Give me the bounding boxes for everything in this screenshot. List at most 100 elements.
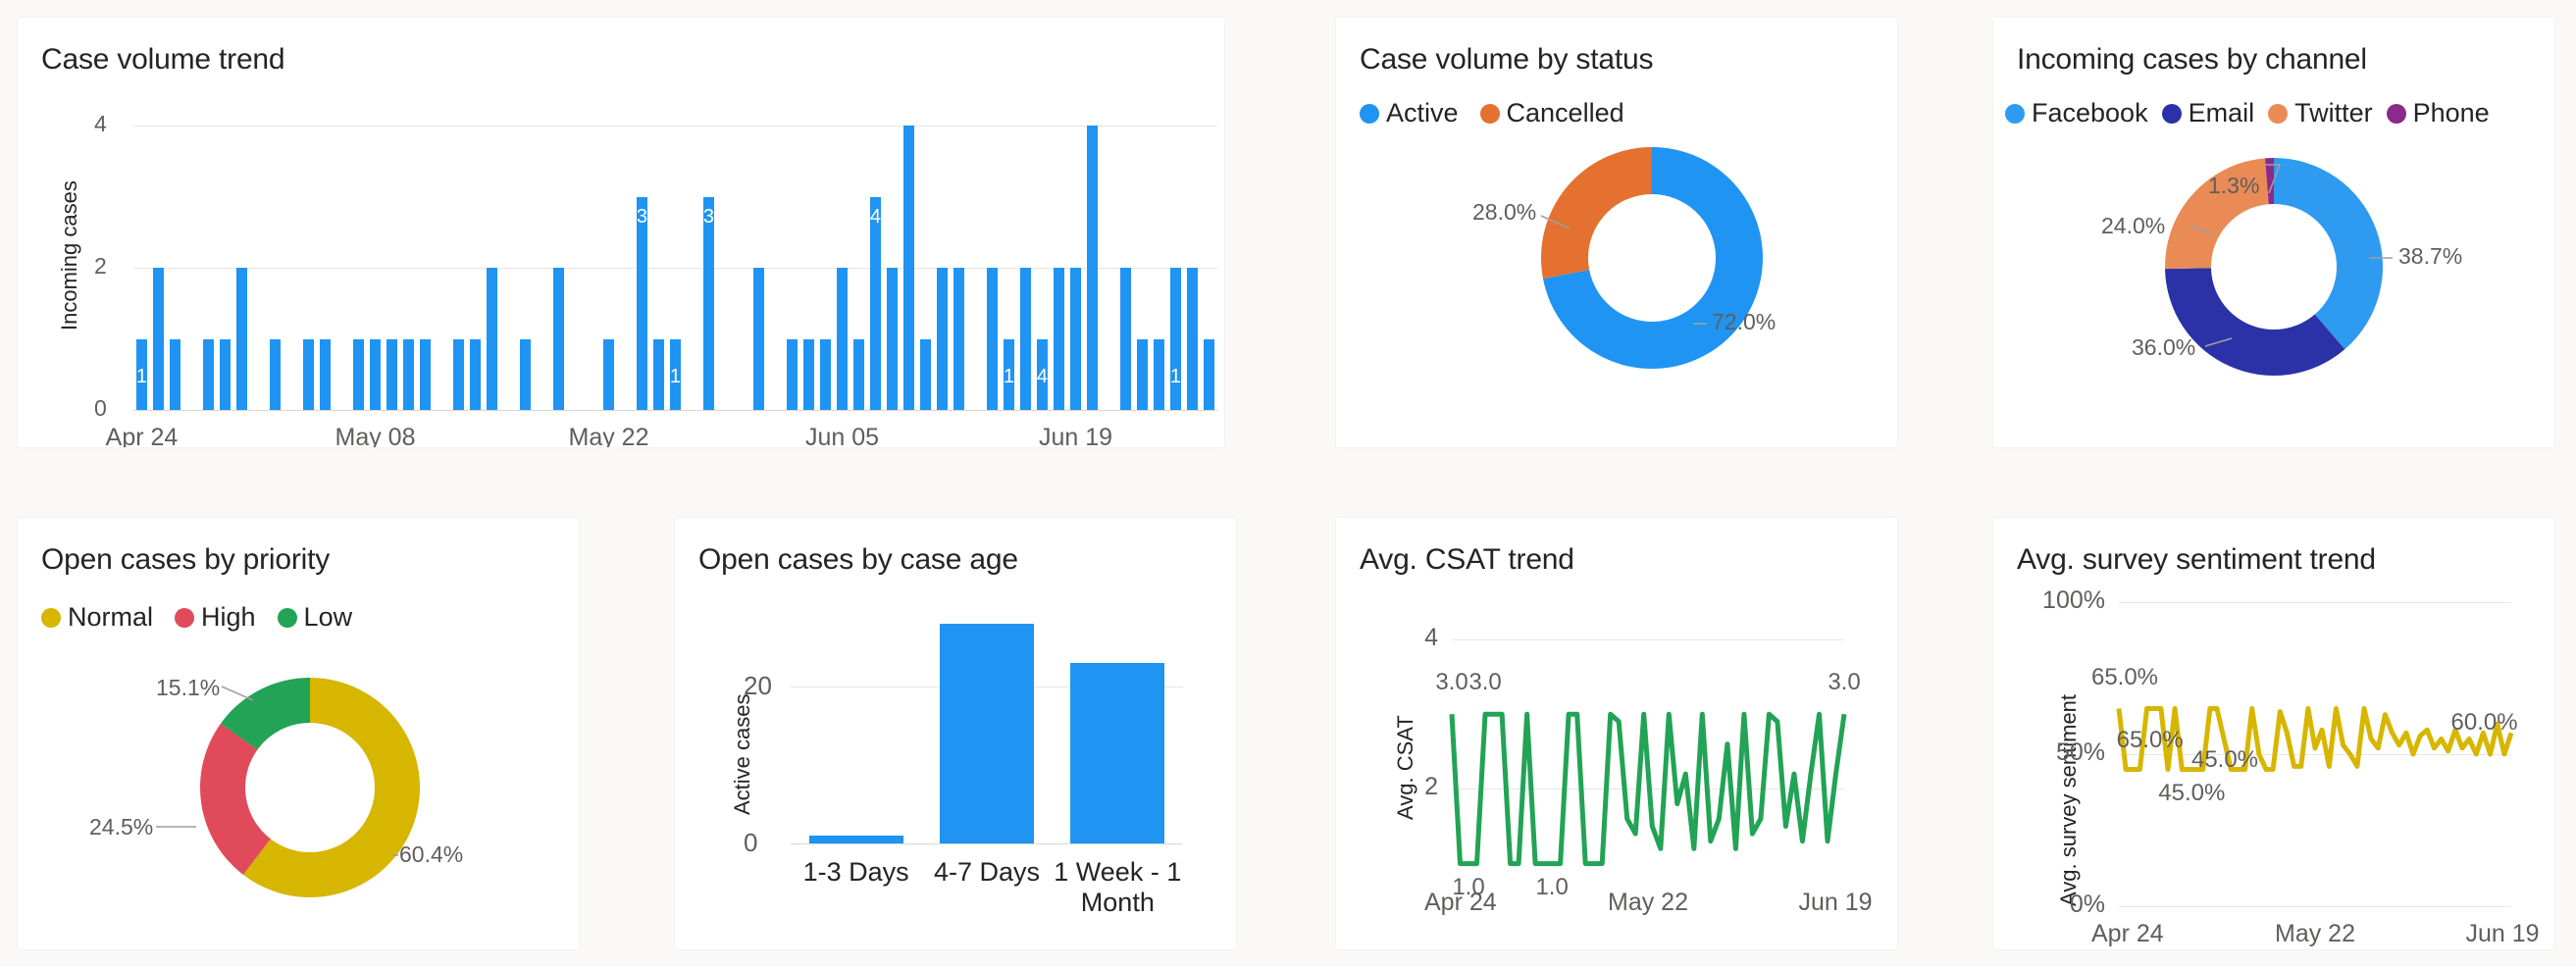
- bar-54[interactable]: 4: [1037, 339, 1048, 411]
- xtick-4-7-days: 4-7 Days: [921, 857, 1052, 888]
- line-annotation: 3.0: [1435, 669, 1468, 696]
- bar-41[interactable]: [820, 339, 831, 411]
- bar-39[interactable]: [787, 339, 798, 411]
- ytick-0: 0: [94, 395, 107, 422]
- ytick-0: 0: [744, 828, 757, 858]
- bar-59[interactable]: [1120, 268, 1131, 410]
- bar-48[interactable]: [937, 268, 948, 410]
- xtick-may-08: May 08: [335, 424, 416, 447]
- bar-2[interactable]: [170, 339, 180, 411]
- open-case-age-chart[interactable]: Active cases0201-3 Days4-7 Days1 Week - …: [675, 518, 1236, 949]
- card-avg-csat-trend[interactable]: Avg. CSAT trend Avg. CSAT243.03.01.01.03…: [1336, 518, 1897, 949]
- bar-1-week-1-month[interactable]: [1070, 663, 1164, 843]
- card-case-volume-trend[interactable]: Case volume trend Incoming cases02413134…: [18, 18, 1224, 447]
- card-case-volume-by-status[interactable]: Case volume by status ActiveCancelled 28…: [1336, 18, 1897, 447]
- donut-callout-label: 15.1%: [156, 675, 220, 701]
- bar-32[interactable]: 1: [670, 339, 681, 411]
- ytick-2: 2: [94, 253, 107, 280]
- donut-callout-label: 72.0%: [1712, 309, 1776, 335]
- bar-0[interactable]: 1: [136, 339, 147, 411]
- donut-svg: [1993, 18, 2554, 447]
- card-open-cases-by-case-age[interactable]: Open cases by case age Active cases0201-…: [675, 518, 1236, 949]
- donut-callout-label: 28.0%: [1472, 199, 1536, 226]
- avg-survey-sentiment-trend-chart[interactable]: Avg. survey sentiment0%50%100%65.0%65.0%…: [1993, 518, 2554, 949]
- bar-44[interactable]: 4: [870, 197, 881, 411]
- card-incoming-cases-by-channel[interactable]: Incoming cases by channel FacebookEmailT…: [1993, 18, 2554, 447]
- bar-23[interactable]: [520, 339, 531, 411]
- xtick-1-week-1-month: 1 Week - 1 Month: [1053, 857, 1183, 918]
- bar-4-7-days[interactable]: [940, 624, 1034, 843]
- bar-1[interactable]: [153, 268, 164, 410]
- line-annotation: 65.0%: [2117, 727, 2184, 754]
- line-annotation: 45.0%: [2158, 780, 2225, 807]
- bar-46[interactable]: [903, 126, 914, 410]
- bar-data-label: 1: [1004, 367, 1014, 386]
- bar-5[interactable]: [220, 339, 231, 411]
- avg-csat-trend-chart[interactable]: Avg. CSAT243.03.01.01.03.0Apr 24May 22Ju…: [1336, 518, 1897, 949]
- bar-15[interactable]: [386, 339, 397, 411]
- bar-17[interactable]: [420, 339, 431, 411]
- bar-4[interactable]: [203, 339, 214, 411]
- bar-57[interactable]: [1087, 126, 1098, 410]
- bar-40[interactable]: [803, 339, 814, 411]
- line-annotation: 45.0%: [2191, 746, 2258, 774]
- bar-37[interactable]: [753, 268, 764, 410]
- card-avg-survey-sentiment-trend[interactable]: Avg. survey sentiment trend Avg. survey …: [1993, 518, 2554, 949]
- bar-42[interactable]: [837, 268, 848, 410]
- bar-30[interactable]: 3: [637, 197, 647, 411]
- bar-data-label: 1: [1170, 367, 1181, 386]
- donut-open-priority[interactable]: 15.1%24.5%60.4%: [18, 518, 579, 949]
- donut-slice-cancelled[interactable]: [1541, 147, 1652, 279]
- bar-49[interactable]: [953, 268, 964, 410]
- bar-14[interactable]: [370, 339, 381, 411]
- dashboard-root: Case volume trend Incoming cases02413134…: [0, 0, 2576, 967]
- line-annotation: 3.0: [1828, 669, 1860, 696]
- bar-43[interactable]: [853, 339, 864, 411]
- bar-10[interactable]: [303, 339, 314, 411]
- donut-incoming-channel[interactable]: 1.3%24.0%38.7%36.0%: [1993, 18, 2554, 447]
- bar-63[interactable]: [1187, 268, 1198, 410]
- bar-8[interactable]: [270, 339, 281, 411]
- bar-52[interactable]: 1: [1004, 339, 1014, 411]
- bar-1-3-days[interactable]: [809, 836, 903, 843]
- bar-21[interactable]: [487, 268, 497, 410]
- bar-62[interactable]: 1: [1170, 268, 1181, 410]
- donut-callout-label: 24.0%: [2101, 213, 2165, 239]
- bar-25[interactable]: [553, 268, 564, 410]
- bar-13[interactable]: [353, 339, 364, 411]
- line-series-svg[interactable]: [1336, 518, 1897, 949]
- bar-56[interactable]: [1070, 268, 1081, 410]
- bar-data-label: 3: [703, 207, 714, 227]
- axis-baseline: [133, 410, 1217, 411]
- donut-callout-label: 36.0%: [2132, 334, 2195, 361]
- bar-20[interactable]: [470, 339, 481, 411]
- bar-60[interactable]: [1137, 339, 1148, 411]
- bar-11[interactable]: [320, 339, 331, 411]
- donut-slice-facebook[interactable]: [2274, 158, 2383, 349]
- card-open-cases-by-priority[interactable]: Open cases by priority NormalHighLow 15.…: [18, 518, 579, 949]
- line-series-path: [1452, 714, 1844, 863]
- bar-64[interactable]: [1204, 339, 1214, 411]
- donut-case-volume-status[interactable]: 28.0% 72.0%: [1336, 18, 1897, 447]
- bar-6[interactable]: [236, 268, 247, 410]
- bar-61[interactable]: [1154, 339, 1164, 411]
- bar-19[interactable]: [453, 339, 464, 411]
- bar-45[interactable]: [887, 268, 898, 410]
- line-annotation: 60.0%: [2451, 709, 2518, 737]
- axis-title-active-cases: Active cases: [730, 694, 755, 816]
- bar-55[interactable]: [1054, 268, 1064, 410]
- bar-53[interactable]: [1020, 268, 1031, 410]
- xtick-jun-19: Jun 19: [2465, 920, 2539, 948]
- bar-51[interactable]: [987, 268, 998, 410]
- bar-34[interactable]: 3: [703, 197, 714, 411]
- bar-28[interactable]: [603, 339, 614, 411]
- donut-callout-label: 1.3%: [2208, 173, 2259, 199]
- callout-leader-line: [222, 687, 253, 700]
- bar-47[interactable]: [920, 339, 931, 411]
- xtick-jun-05: Jun 05: [805, 424, 879, 447]
- bar-31[interactable]: [653, 339, 664, 411]
- line-annotation: 65.0%: [2091, 664, 2158, 691]
- axis-title-incoming-cases: Incoming cases: [57, 180, 82, 331]
- bar-16[interactable]: [403, 339, 414, 411]
- case-volume-trend-chart[interactable]: Incoming cases02413134141Apr 24May 08May…: [18, 18, 1224, 447]
